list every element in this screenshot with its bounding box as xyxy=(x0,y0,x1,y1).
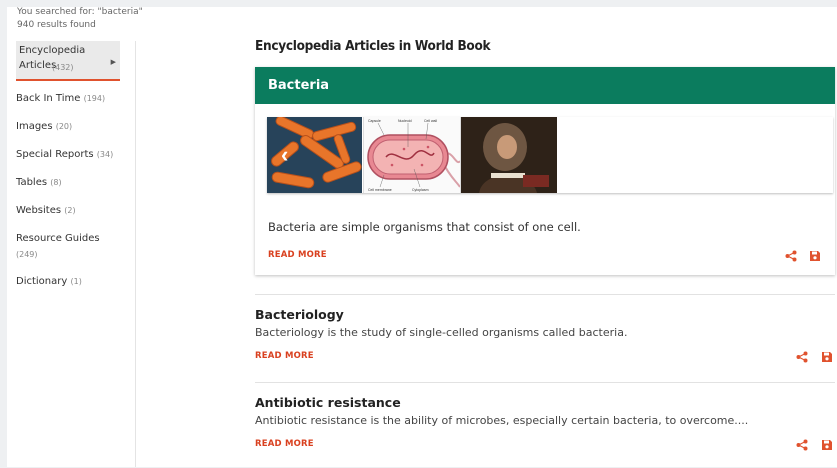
share-icon[interactable] xyxy=(796,351,808,363)
featured-article-card: Bacteria ‹ Capsule Nucleoid Cell wall Ce… xyxy=(255,67,835,275)
sidebar-item-images[interactable]: Images (20) xyxy=(16,119,117,135)
bacteria-cell-diagram-image: Capsule Nucleoid Cell wall Cell membrane… xyxy=(364,117,460,193)
sidebar-item-label: Dictionary xyxy=(16,276,68,287)
sidebar-item-count: (432) xyxy=(52,63,74,72)
diagram-label: Cell membrane xyxy=(368,188,392,192)
sidebar-item-count: (1) xyxy=(70,277,82,286)
sidebar-item-tables[interactable]: Tables (8) xyxy=(16,175,117,191)
sidebar-item-count: (249) xyxy=(16,250,38,259)
sidebar-item-label: Images xyxy=(16,121,53,132)
carousel-image-cell-diagram[interactable]: Capsule Nucleoid Cell wall Cell membrane… xyxy=(363,117,461,193)
featured-article-title[interactable]: Bacteria xyxy=(255,67,835,104)
sidebar-item-label: Resource Guides xyxy=(16,233,100,244)
sidebar-item-label: Tables xyxy=(16,177,48,188)
article-description: Bacteriology is the study of single-cell… xyxy=(255,326,628,339)
article-item-bacteriology: Bacteriology Bacteriology is the study o… xyxy=(255,294,835,383)
search-query-text: You searched for: "bacteria" xyxy=(17,7,143,17)
section-title: Encyclopedia Articles in World Book xyxy=(255,38,491,54)
diagram-label: Cell wall xyxy=(424,119,437,123)
sidebar-item-encyclopedia-articles[interactable]: Encyclopedia Articles (432) ▶ xyxy=(16,41,120,81)
sidebar-item-count: (20) xyxy=(55,122,73,131)
portrait-painting-image xyxy=(461,117,557,193)
diagram-label: Nucleoid xyxy=(398,119,412,123)
read-more-link[interactable]: READ MORE xyxy=(268,250,327,260)
chevron-right-icon: ▶ xyxy=(110,58,116,66)
save-icon[interactable] xyxy=(821,351,833,363)
sidebar-item-count: (2) xyxy=(64,206,76,215)
share-icon[interactable] xyxy=(796,439,808,451)
sidebar-item-special-reports[interactable]: Special Reports (34) xyxy=(16,147,117,163)
sidebar-item-resource-guides[interactable]: Resource Guides (249) xyxy=(16,231,117,263)
read-more-link[interactable]: READ MORE xyxy=(255,439,314,449)
sidebar-item-back-in-time[interactable]: Back In Time (194) xyxy=(16,91,117,107)
article-title[interactable]: Bacteriology xyxy=(255,307,344,322)
sidebar: Encyclopedia Articles (432) ▶ Back In Ti… xyxy=(7,41,136,467)
article-item-antibiotic-resistance: Antibiotic resistance Antibiotic resista… xyxy=(255,382,835,468)
sidebar-item-websites[interactable]: Websites (2) xyxy=(16,203,117,219)
article-title[interactable]: Antibiotic resistance xyxy=(255,395,401,410)
diagram-label: Cytoplasm xyxy=(412,188,429,192)
featured-article-description: Bacteria are simple organisms that consi… xyxy=(268,220,581,234)
sidebar-item-label: Websites xyxy=(16,205,62,216)
share-icon[interactable] xyxy=(785,250,797,262)
sidebar-item-count: (8) xyxy=(50,178,62,187)
sidebar-item-label: Back In Time xyxy=(16,93,81,104)
chevron-left-icon[interactable]: ‹ xyxy=(281,142,288,168)
sidebar-item-dictionary[interactable]: Dictionary (1) xyxy=(16,274,117,290)
results-count: 940 results found xyxy=(17,20,96,30)
page: You searched for: "bacteria" 940 results… xyxy=(7,7,837,467)
save-icon[interactable] xyxy=(821,439,833,451)
search-info: You searched for: "bacteria" 940 results… xyxy=(17,6,143,32)
image-carousel: ‹ Capsule Nucleoid Cell wall Cell membra… xyxy=(267,117,833,193)
sidebar-item-count: (194) xyxy=(83,94,106,103)
sidebar-item-label: Special Reports xyxy=(16,149,94,160)
article-description: Antibiotic resistance is the ability of … xyxy=(255,414,749,427)
save-icon[interactable] xyxy=(809,250,821,262)
sidebar-item-count: (34) xyxy=(96,150,114,159)
diagram-label: Capsule xyxy=(368,119,381,123)
carousel-image-portrait[interactable] xyxy=(461,117,557,193)
read-more-link[interactable]: READ MORE xyxy=(255,351,314,361)
